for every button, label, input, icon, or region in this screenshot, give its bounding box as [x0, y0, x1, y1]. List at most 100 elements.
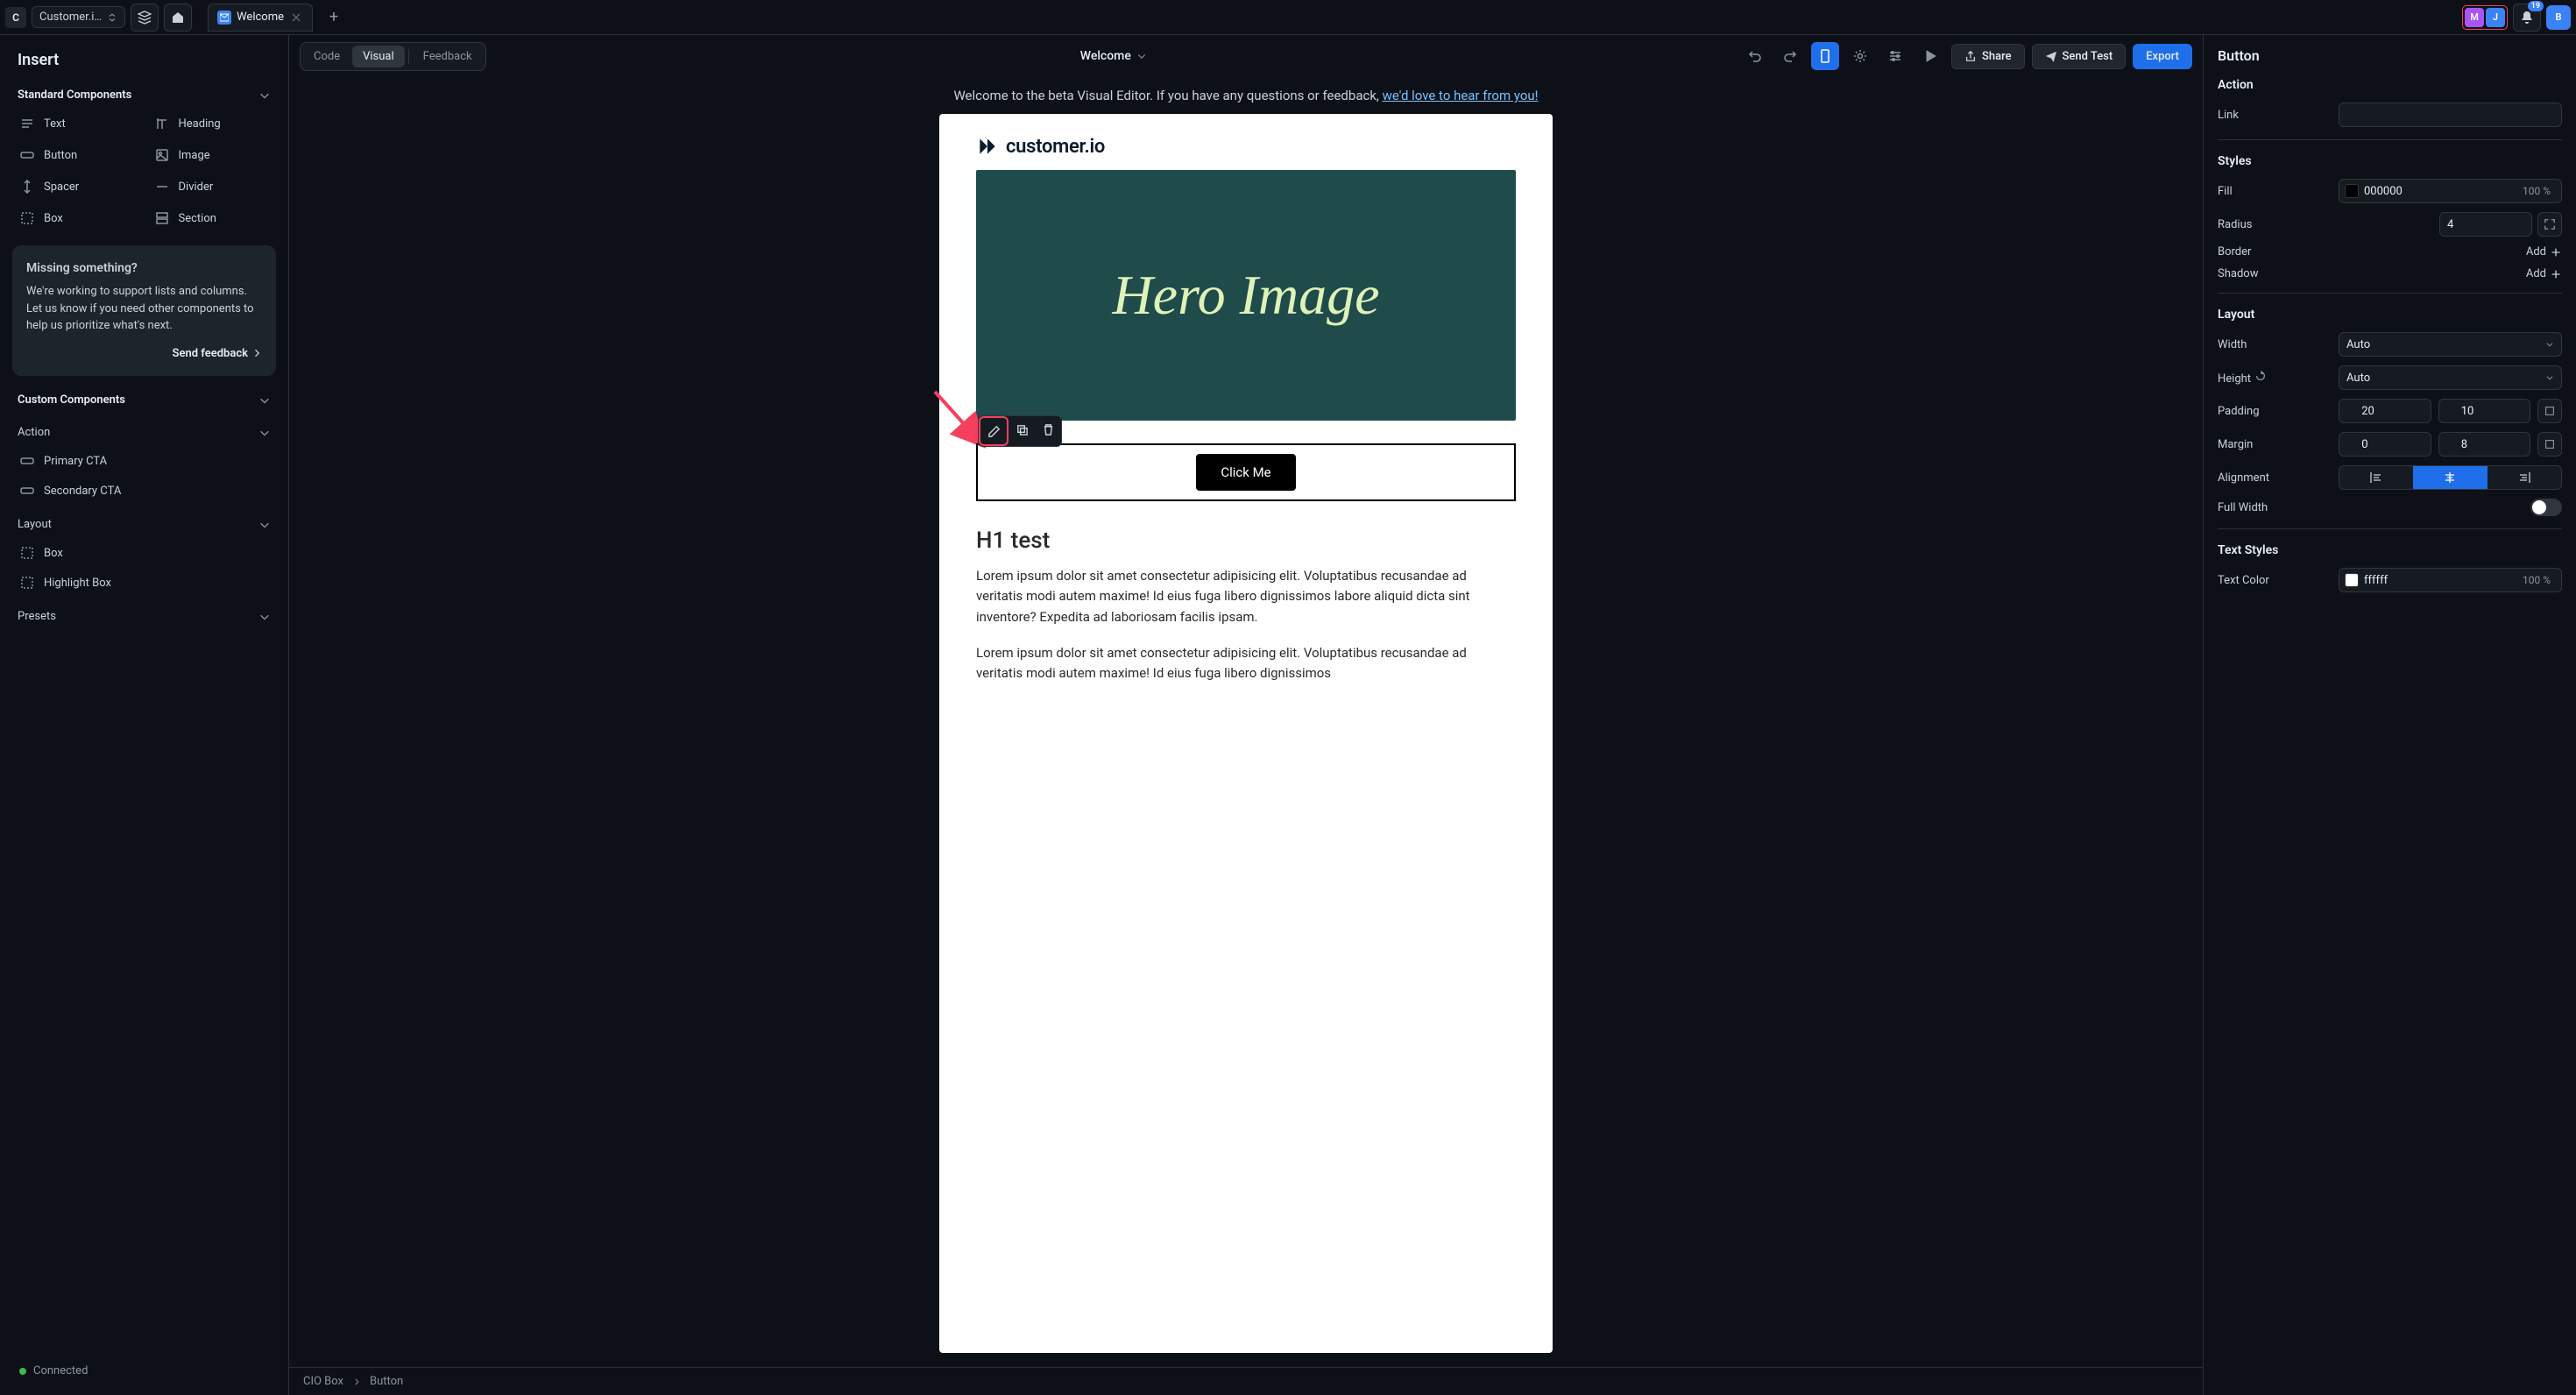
component-spacer[interactable]: Spacer	[11, 172, 144, 202]
customer-io-logo-icon	[976, 135, 999, 158]
close-tab-icon[interactable]	[289, 11, 303, 25]
visual-mode-button[interactable]: Visual	[352, 46, 405, 67]
component-heading[interactable]: Heading	[145, 109, 279, 138]
component-box[interactable]: Box	[11, 203, 144, 233]
document-title-dropdown[interactable]: Welcome	[493, 49, 1734, 63]
notifications-button[interactable]: 19	[2513, 4, 2541, 32]
fill-hex-input[interactable]	[2364, 185, 2512, 198]
component-image[interactable]: Image	[145, 140, 279, 170]
expand-icon	[2544, 405, 2556, 417]
action-group-header[interactable]: Action	[9, 419, 280, 446]
margin-h-input[interactable]	[2339, 432, 2431, 457]
presence-avatars[interactable]: M J	[2462, 5, 2508, 30]
chevron-down-icon	[1136, 51, 1147, 61]
document-tab[interactable]: Welcome	[208, 4, 313, 32]
radius-input[interactable]	[2439, 212, 2532, 237]
custom-components-header[interactable]: Custom Components	[9, 386, 280, 414]
missing-info-card: Missing something? We're working to supp…	[12, 245, 276, 376]
view-mode-segment: Code Visual Feedback	[300, 42, 486, 71]
send-feedback-link[interactable]: Send feedback	[26, 345, 262, 363]
presets-group-header[interactable]: Presets	[9, 603, 280, 630]
align-left-button[interactable]	[2339, 466, 2413, 489]
settings-button[interactable]	[1846, 42, 1874, 70]
redo-button[interactable]	[1776, 42, 1804, 70]
canvas-paragraph-1[interactable]: Lorem ipsum dolor sit amet consectetur a…	[976, 566, 1516, 627]
reset-icon	[2254, 370, 2267, 382]
border-label: Border	[2218, 245, 2332, 258]
action-section-heading: Action	[2218, 78, 2562, 92]
breadcrumb-item[interactable]: Button	[370, 1375, 403, 1388]
add-border-button[interactable]: Add	[2526, 245, 2562, 258]
duplicate-block-button[interactable]	[1008, 416, 1035, 443]
align-center-button[interactable]	[2413, 466, 2487, 489]
color-swatch[interactable]	[2345, 184, 2359, 198]
home-icon	[171, 11, 185, 25]
padding-v-input[interactable]	[2438, 399, 2531, 423]
corners-icon	[2544, 218, 2556, 230]
undo-button[interactable]	[1741, 42, 1769, 70]
align-center-icon	[2443, 471, 2457, 485]
full-width-toggle[interactable]	[2530, 499, 2562, 516]
layers-button[interactable]	[131, 4, 159, 32]
selected-button-block[interactable]: Click Me	[976, 443, 1516, 501]
hero-image-block[interactable]: Hero Image	[976, 170, 1516, 421]
export-button[interactable]: Export	[2133, 44, 2192, 69]
layers-icon	[138, 11, 152, 25]
canvas-paragraph-2[interactable]: Lorem ipsum dolor sit amet consectetur a…	[976, 643, 1516, 684]
component-text[interactable]: Text	[11, 109, 144, 138]
reset-height-button[interactable]	[2254, 372, 2267, 386]
text-color-label: Text Color	[2218, 574, 2332, 587]
play-button[interactable]	[1916, 42, 1944, 70]
insert-title: Insert	[9, 46, 280, 81]
plus-icon	[2550, 268, 2562, 280]
add-shadow-button[interactable]: Add	[2526, 267, 2562, 280]
radius-expand-button[interactable]	[2537, 212, 2562, 237]
fill-color-input[interactable]: 100 %	[2339, 179, 2562, 203]
height-select[interactable]: Auto	[2339, 365, 2562, 390]
text-color-opacity[interactable]: 100 %	[2517, 574, 2556, 586]
workspace-name: Customer.i…	[39, 11, 102, 24]
width-select[interactable]: Auto	[2339, 332, 2562, 357]
device-preview-button[interactable]	[1811, 42, 1839, 70]
canvas-click-me-button[interactable]: Click Me	[1196, 454, 1295, 491]
add-tab-button[interactable]: +	[322, 5, 346, 30]
component-highlight-box[interactable]: Highlight Box	[11, 568, 278, 598]
feedback-mode-button[interactable]: Feedback	[413, 46, 483, 67]
component-button[interactable]: Button	[11, 140, 144, 170]
text-color-input[interactable]: 100 %	[2339, 568, 2562, 592]
edit-block-button[interactable]	[980, 418, 1007, 444]
layout-group-header[interactable]: Layout	[9, 511, 280, 538]
send-icon	[2045, 50, 2057, 62]
canvas-h1[interactable]: H1 test	[976, 528, 1516, 554]
fill-label: Fill	[2218, 185, 2332, 198]
component-layout-box[interactable]: Box	[11, 538, 278, 568]
padding-expand-button[interactable]	[2537, 399, 2562, 423]
home-button[interactable]	[164, 4, 192, 32]
banner-link[interactable]: we'd love to hear from you!	[1383, 88, 1539, 103]
code-mode-button[interactable]: Code	[303, 46, 350, 67]
sliders-button[interactable]	[1881, 42, 1909, 70]
component-primary-cta[interactable]: Primary CTA	[11, 446, 278, 476]
height-label: Height	[2218, 370, 2332, 386]
fill-opacity[interactable]: 100 %	[2517, 185, 2556, 197]
group-label: Presets	[18, 610, 56, 623]
component-section[interactable]: Section	[145, 203, 279, 233]
share-button[interactable]: Share	[1951, 44, 2025, 69]
undo-icon	[1748, 49, 1762, 63]
component-secondary-cta[interactable]: Secondary CTA	[11, 476, 278, 506]
align-right-button[interactable]	[2488, 466, 2561, 489]
breadcrumb-item[interactable]: CIO Box	[303, 1375, 343, 1388]
link-input[interactable]	[2339, 103, 2562, 127]
workspace-switcher[interactable]: Customer.i…	[32, 6, 125, 28]
standard-components-header[interactable]: Standard Components	[9, 81, 280, 109]
padding-h-input[interactable]	[2339, 399, 2431, 423]
send-test-button[interactable]: Send Test	[2032, 44, 2127, 69]
text-color-hex-input[interactable]	[2364, 574, 2512, 587]
margin-v-input[interactable]	[2438, 432, 2531, 457]
user-avatar[interactable]: B	[2546, 5, 2571, 30]
email-canvas[interactable]: customer.io Hero Image	[939, 114, 1553, 1353]
component-divider[interactable]: Divider	[145, 172, 279, 202]
margin-expand-button[interactable]	[2537, 432, 2562, 457]
color-swatch[interactable]	[2345, 573, 2359, 587]
delete-block-button[interactable]	[1035, 416, 1061, 443]
